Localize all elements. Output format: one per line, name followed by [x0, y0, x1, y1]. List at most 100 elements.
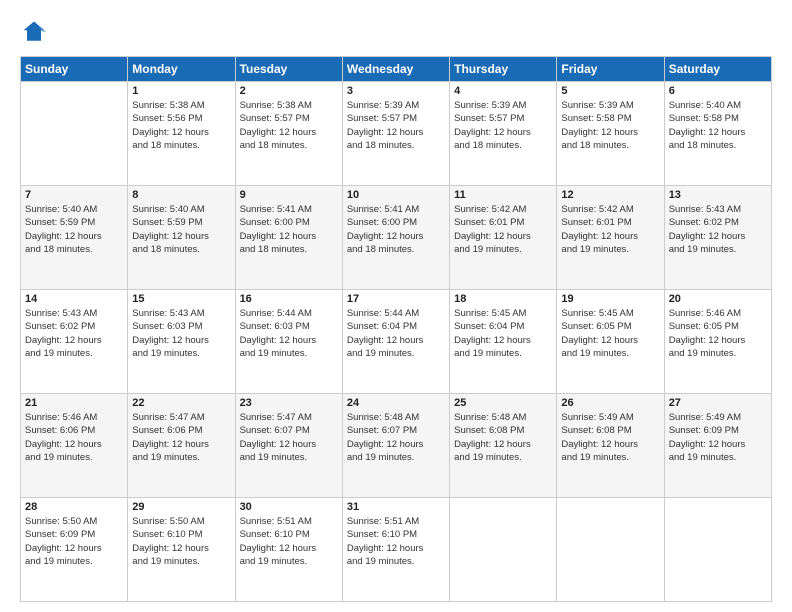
calendar-day-cell: 29 Sunrise: 5:50 AM Sunset: 6:10 PM Dayli…	[128, 498, 235, 602]
day-info: Sunrise: 5:39 AM Sunset: 5:57 PM Dayligh…	[454, 99, 552, 152]
calendar-day-cell: 23 Sunrise: 5:47 AM Sunset: 6:07 PM Dayli…	[235, 394, 342, 498]
calendar-day-header: Monday	[128, 57, 235, 82]
day-info: Sunrise: 5:43 AM Sunset: 6:02 PM Dayligh…	[669, 203, 767, 256]
day-info: Sunrise: 5:47 AM Sunset: 6:06 PM Dayligh…	[132, 411, 230, 464]
calendar-day-cell: 8 Sunrise: 5:40 AM Sunset: 5:59 PM Daylig…	[128, 186, 235, 290]
calendar-day-cell: 13 Sunrise: 5:43 AM Sunset: 6:02 PM Dayli…	[664, 186, 771, 290]
calendar-week-row: 1 Sunrise: 5:38 AM Sunset: 5:56 PM Daylig…	[21, 82, 772, 186]
calendar-day-cell: 17 Sunrise: 5:44 AM Sunset: 6:04 PM Dayli…	[342, 290, 449, 394]
calendar-day-cell: 6Sunrise: 5:40 AM Sunset: 5:58 PM Daylig…	[664, 82, 771, 186]
calendar-day-cell: 5Sunrise: 5:39 AM Sunset: 5:58 PM Daylig…	[557, 82, 664, 186]
calendar-day-cell: 30 Sunrise: 5:51 AM Sunset: 6:10 PM Dayli…	[235, 498, 342, 602]
calendar-day-cell: 3Sunrise: 5:39 AM Sunset: 5:57 PM Daylig…	[342, 82, 449, 186]
calendar-table: SundayMondayTuesdayWednesdayThursdayFrid…	[20, 56, 772, 602]
calendar-day-cell: 4Sunrise: 5:39 AM Sunset: 5:57 PM Daylig…	[450, 82, 557, 186]
day-number: 30	[240, 501, 338, 513]
day-number: 22	[132, 397, 230, 409]
calendar-day-header: Saturday	[664, 57, 771, 82]
calendar-day-cell: 2 Sunrise: 5:38 AM Sunset: 5:57 PM Daylig…	[235, 82, 342, 186]
day-number: 8	[132, 189, 230, 201]
day-info: Sunrise: 5:43 AM Sunset: 6:03 PM Dayligh…	[132, 307, 230, 360]
day-number: 12	[561, 189, 659, 201]
day-number: 11	[454, 189, 552, 201]
calendar-day-cell: 22 Sunrise: 5:47 AM Sunset: 6:06 PM Dayli…	[128, 394, 235, 498]
calendar-day-cell	[21, 82, 128, 186]
day-number: 20	[669, 293, 767, 305]
day-number: 26	[561, 397, 659, 409]
calendar-day-cell: 25 Sunrise: 5:48 AM Sunset: 6:08 PM Dayli…	[450, 394, 557, 498]
calendar-day-cell: 1 Sunrise: 5:38 AM Sunset: 5:56 PM Daylig…	[128, 82, 235, 186]
calendar-day-header: Thursday	[450, 57, 557, 82]
day-number: 24	[347, 397, 445, 409]
calendar-week-row: 14 Sunrise: 5:43 AM Sunset: 6:02 PM Dayli…	[21, 290, 772, 394]
day-number: 7	[25, 189, 123, 201]
calendar-day-cell: 19 Sunrise: 5:45 AM Sunset: 6:05 PM Dayli…	[557, 290, 664, 394]
calendar-day-header: Sunday	[21, 57, 128, 82]
day-info: Sunrise: 5:48 AM Sunset: 6:08 PM Dayligh…	[454, 411, 552, 464]
calendar-day-header: Friday	[557, 57, 664, 82]
day-info: Sunrise: 5:46 AM Sunset: 6:06 PM Dayligh…	[25, 411, 123, 464]
calendar-day-cell: 21Sunrise: 5:46 AM Sunset: 6:06 PM Dayli…	[21, 394, 128, 498]
day-number: 17	[347, 293, 445, 305]
calendar-day-cell: 10Sunrise: 5:41 AM Sunset: 6:00 PM Dayli…	[342, 186, 449, 290]
calendar-day-cell: 27Sunrise: 5:49 AM Sunset: 6:09 PM Dayli…	[664, 394, 771, 498]
day-number: 29	[132, 501, 230, 513]
day-info: Sunrise: 5:38 AM Sunset: 5:56 PM Dayligh…	[132, 99, 230, 152]
day-number: 9	[240, 189, 338, 201]
day-info: Sunrise: 5:49 AM Sunset: 6:08 PM Dayligh…	[561, 411, 659, 464]
day-number: 10	[347, 189, 445, 201]
day-info: Sunrise: 5:38 AM Sunset: 5:57 PM Dayligh…	[240, 99, 338, 152]
day-number: 31	[347, 501, 445, 513]
day-info: Sunrise: 5:48 AM Sunset: 6:07 PM Dayligh…	[347, 411, 445, 464]
day-number: 1	[132, 85, 230, 97]
day-info: Sunrise: 5:44 AM Sunset: 6:03 PM Dayligh…	[240, 307, 338, 360]
calendar-day-header: Tuesday	[235, 57, 342, 82]
calendar-header-row: SundayMondayTuesdayWednesdayThursdayFrid…	[21, 57, 772, 82]
day-info: Sunrise: 5:40 AM Sunset: 5:59 PM Dayligh…	[132, 203, 230, 256]
logo-icon	[20, 18, 48, 46]
day-number: 16	[240, 293, 338, 305]
day-info: Sunrise: 5:47 AM Sunset: 6:07 PM Dayligh…	[240, 411, 338, 464]
day-info: Sunrise: 5:41 AM Sunset: 6:00 PM Dayligh…	[240, 203, 338, 256]
day-number: 15	[132, 293, 230, 305]
day-info: Sunrise: 5:51 AM Sunset: 6:10 PM Dayligh…	[347, 515, 445, 568]
day-number: 6	[669, 85, 767, 97]
calendar-day-cell: 12Sunrise: 5:42 AM Sunset: 6:01 PM Dayli…	[557, 186, 664, 290]
day-info: Sunrise: 5:44 AM Sunset: 6:04 PM Dayligh…	[347, 307, 445, 360]
logo	[20, 18, 52, 46]
day-info: Sunrise: 5:46 AM Sunset: 6:05 PM Dayligh…	[669, 307, 767, 360]
day-info: Sunrise: 5:43 AM Sunset: 6:02 PM Dayligh…	[25, 307, 123, 360]
day-info: Sunrise: 5:45 AM Sunset: 6:05 PM Dayligh…	[561, 307, 659, 360]
calendar-day-cell	[450, 498, 557, 602]
day-number: 28	[25, 501, 123, 513]
calendar-day-cell: 16 Sunrise: 5:44 AM Sunset: 6:03 PM Dayli…	[235, 290, 342, 394]
calendar-day-cell: 11 Sunrise: 5:42 AM Sunset: 6:01 PM Dayli…	[450, 186, 557, 290]
calendar-day-cell: 14 Sunrise: 5:43 AM Sunset: 6:02 PM Dayli…	[21, 290, 128, 394]
calendar-day-cell: 31 Sunrise: 5:51 AM Sunset: 6:10 PM Dayli…	[342, 498, 449, 602]
day-number: 5	[561, 85, 659, 97]
calendar-day-cell: 7Sunrise: 5:40 AM Sunset: 5:59 PM Daylig…	[21, 186, 128, 290]
calendar-day-cell: 24 Sunrise: 5:48 AM Sunset: 6:07 PM Dayli…	[342, 394, 449, 498]
day-number: 13	[669, 189, 767, 201]
header	[20, 18, 772, 46]
day-info: Sunrise: 5:39 AM Sunset: 5:57 PM Dayligh…	[347, 99, 445, 152]
day-number: 23	[240, 397, 338, 409]
day-info: Sunrise: 5:49 AM Sunset: 6:09 PM Dayligh…	[669, 411, 767, 464]
calendar-day-cell: 20 Sunrise: 5:46 AM Sunset: 6:05 PM Dayli…	[664, 290, 771, 394]
calendar-day-cell: 9 Sunrise: 5:41 AM Sunset: 6:00 PM Daylig…	[235, 186, 342, 290]
day-info: Sunrise: 5:50 AM Sunset: 6:10 PM Dayligh…	[132, 515, 230, 568]
day-number: 14	[25, 293, 123, 305]
day-info: Sunrise: 5:51 AM Sunset: 6:10 PM Dayligh…	[240, 515, 338, 568]
day-number: 2	[240, 85, 338, 97]
calendar-day-cell: 28Sunrise: 5:50 AM Sunset: 6:09 PM Dayli…	[21, 498, 128, 602]
calendar-week-row: 21Sunrise: 5:46 AM Sunset: 6:06 PM Dayli…	[21, 394, 772, 498]
calendar-week-row: 7 Sunrise: 5:40 AM Sunset: 5:59 PM Daylig…	[21, 186, 772, 290]
calendar-day-cell: 15 Sunrise: 5:43 AM Sunset: 6:03 PM Dayli…	[128, 290, 235, 394]
calendar-week-row: 28Sunrise: 5:50 AM Sunset: 6:09 PM Dayli…	[21, 498, 772, 602]
page: SundayMondayTuesdayWednesdayThursdayFrid…	[0, 0, 792, 612]
day-info: Sunrise: 5:42 AM Sunset: 6:01 PM Dayligh…	[454, 203, 552, 256]
day-number: 25	[454, 397, 552, 409]
day-info: Sunrise: 5:45 AM Sunset: 6:04 PM Dayligh…	[454, 307, 552, 360]
calendar-day-header: Wednesday	[342, 57, 449, 82]
day-number: 19	[561, 293, 659, 305]
